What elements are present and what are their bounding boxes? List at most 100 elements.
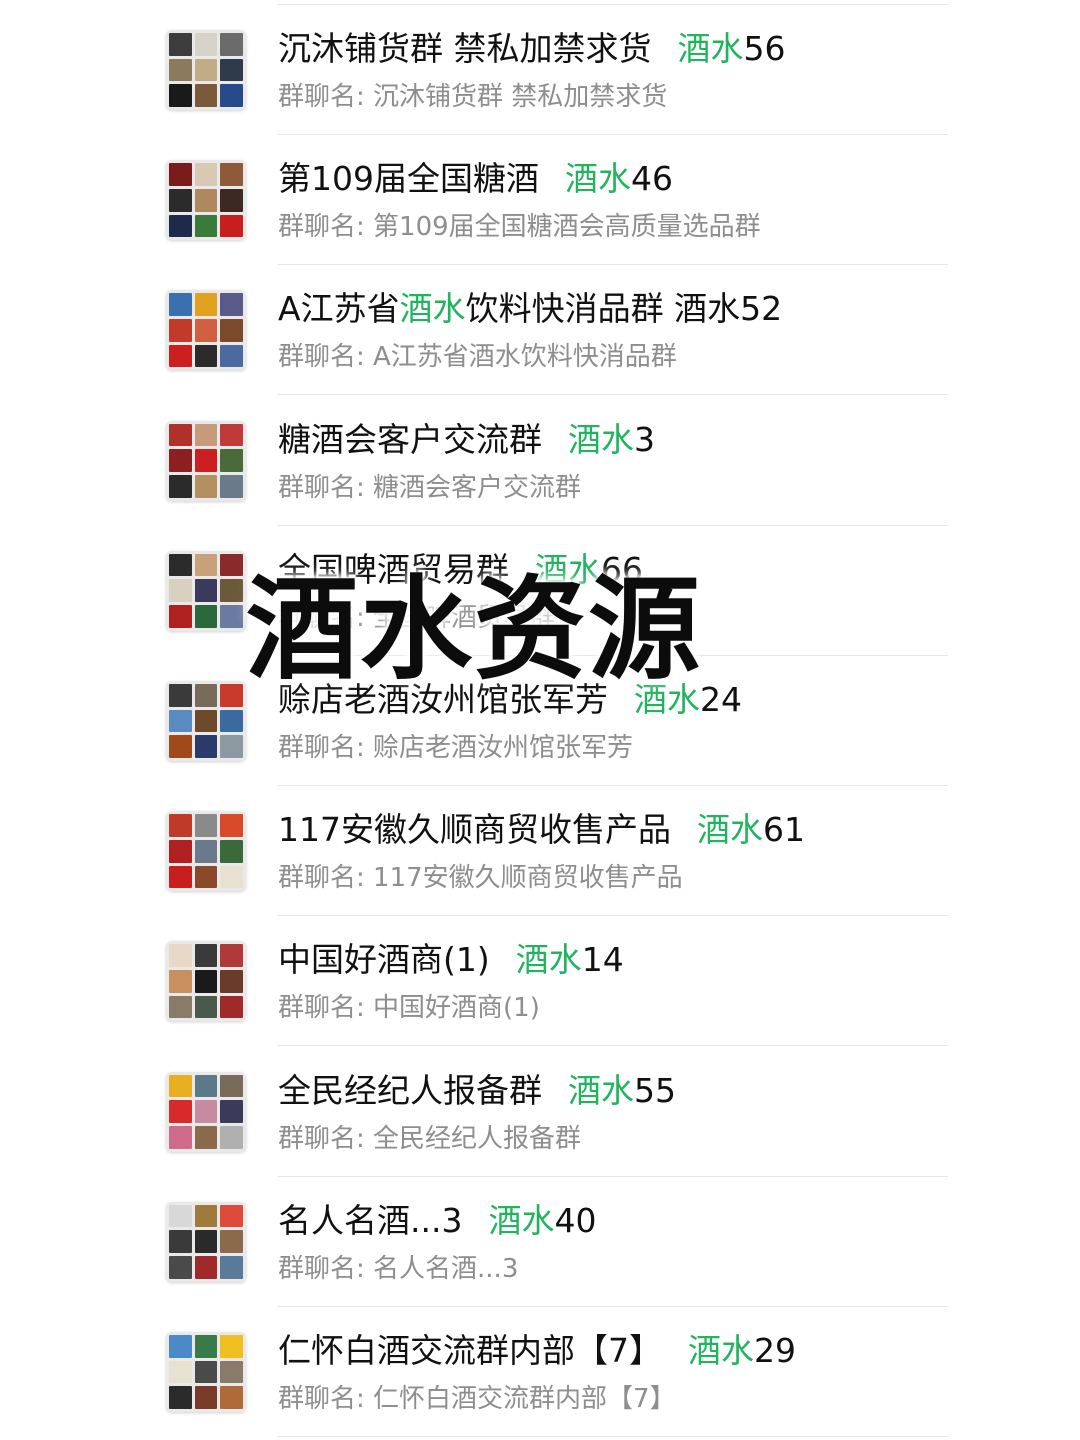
group-subtitle: 群聊名: 沉沐铺货群 禁私加禁求货 [278,82,668,112]
keyword-highlight: 酒水 [399,289,466,329]
group-subtitle: 群聊名: 仁怀白酒交流群内部【7】 [278,1384,676,1414]
avatar-tile [194,33,218,56]
group-avatar-icon[interactable] [166,941,246,1022]
group-avatar-icon[interactable] [166,1332,246,1412]
group-title: 全民经纪人报备群 酒水55 [278,1071,676,1111]
group-avatar-icon[interactable] [166,1201,246,1282]
avatar-tile [220,319,243,342]
avatar-tile [220,84,243,107]
group-number: 24 [700,680,742,719]
chat-search-results-page: 沉沐铺货群 禁私加禁求货 酒水56 群聊名: 沉沐铺货群 禁私加禁求货第109届全国… [0,0,1080,1440]
group-avatar-icon[interactable] [166,1071,246,1152]
list-item[interactable]: 中国好酒商(1) 酒水14 群聊名: 中国好酒商(1) [0,916,1080,1047]
avatar-tile [194,995,218,1019]
group-avatar-icon[interactable] [166,550,246,631]
avatar-tile [169,1386,192,1409]
group-subtitle: 群聊名: 117安徽久顺商贸收售产品 [278,863,683,894]
avatar-tile [169,344,192,368]
avatar-tile [169,709,192,733]
row-divider [278,1436,948,1437]
avatar-tile [194,944,218,968]
avatar-tile [220,839,243,863]
avatar-tile [169,1360,192,1384]
avatar-tile [169,553,192,577]
avatar-tile [194,1360,218,1384]
group-subtitle: 群聊名: A江苏省酒水饮料快消品群 [278,342,677,373]
avatar-tile [169,1335,192,1358]
avatar-tile [194,839,218,863]
group-number: 55 [634,1070,676,1110]
group-subtitle: 群聊名: 全民经纪人报备群 [278,1123,582,1154]
avatar-tile [169,814,192,837]
avatar-tile [194,865,218,889]
group-number: 29 [754,1331,796,1370]
avatar-tile [169,1074,192,1098]
avatar-tile [169,474,192,498]
list-item[interactable]: 沉沐铺货群 禁私加禁求货 酒水56 群聊名: 沉沐铺货群 禁私加禁求货 [0,5,1080,135]
avatar-tile [220,970,243,993]
group-title-text: A江苏省 [278,289,400,329]
avatar-tile [194,1230,218,1254]
avatar-tile [169,579,192,603]
group-number: 3 [634,419,655,459]
group-title: 117安徽久顺商贸收售产品 酒水61 [278,810,805,850]
avatar-tile [169,423,192,447]
avatar-tile [220,1204,243,1228]
avatar-tile [194,58,218,82]
group-avatar-icon[interactable] [166,290,246,371]
group-subtitle: 群聊名: 名人名酒...3 [278,1253,519,1284]
list-item[interactable]: 糖酒会客户交流群 酒水3 群聊名: 糖酒会客户交流群 [0,396,1080,526]
avatar-tile [169,1100,192,1123]
avatar-tile [169,163,192,186]
group-title-text: 全民经纪人报备群 [278,1070,542,1110]
overlay-caption: 酒水资源 [246,565,702,695]
avatar-tile [169,944,192,968]
list-item[interactable]: 117安徽久顺商贸收售产品 酒水61 群聊名: 117安徽久顺商贸收售产品 [0,786,1080,917]
avatar-tile [169,1230,192,1254]
avatar-tile [194,579,218,603]
avatar-tile [194,970,218,993]
avatar-tile [220,944,243,968]
list-item[interactable]: 仁怀白酒交流群内部【7】 酒水29 群聊名: 仁怀白酒交流群内部【7】 [0,1307,1080,1437]
group-avatar-icon[interactable] [166,681,246,761]
avatar-tile [194,709,218,733]
avatar-tile [169,1256,192,1279]
avatar-tile [220,735,243,758]
avatar-tile [194,1386,218,1409]
group-subtitle: 群聊名: 糖酒会客户交流群 [278,472,582,503]
group-number: 40 [554,1200,597,1240]
group-avatar-icon[interactable] [166,160,246,241]
avatar-tile [194,84,218,107]
avatar-tile [194,814,218,837]
avatar-tile [220,58,243,82]
avatar-tile [220,865,243,889]
list-item[interactable]: 第109届全国糖酒 酒水46 群聊名: 第109届全国糖酒会高质量选品群 [0,135,1080,266]
group-avatar-icon[interactable] [166,811,246,892]
avatar-tile [194,1335,218,1358]
group-title: 中国好酒商(1) 酒水14 [278,940,624,980]
group-number: 56 [743,29,786,68]
group-title-text: 名人名酒...3 [278,1200,463,1240]
avatar-tile [194,1204,218,1228]
avatar-tile [169,58,192,82]
list-item[interactable]: A江苏省酒水饮料快消品群 酒水52 群聊名: A江苏省酒水饮料快消品群 [0,265,1080,396]
avatar-tile [194,1100,218,1123]
keyword-highlight: 酒水 [697,810,763,850]
list-item[interactable]: 名人名酒...3 酒水40 群聊名: 名人名酒...3 [0,1177,1080,1307]
group-avatar-icon[interactable] [166,420,246,501]
avatar-tile [220,553,243,577]
avatar-tile [194,605,218,628]
group-subtitle: 群聊名: 第109届全国糖酒会高质量选品群 [278,212,761,243]
avatar-tile [169,33,192,56]
avatar-tile [220,1360,243,1384]
avatar-tile [194,1125,218,1149]
avatar-tile [220,995,243,1019]
group-title: 沉沐铺货群 禁私加禁求货 酒水56 [278,29,786,69]
avatar-tile [169,605,192,628]
group-title: 仁怀白酒交流群内部【7】 酒水29 [278,1331,796,1371]
group-avatar-icon[interactable] [166,30,246,110]
keyword-highlight: 酒水 [688,1331,754,1370]
avatar-tile [220,188,243,212]
list-item[interactable]: 全民经纪人报备群 酒水55 群聊名: 全民经纪人报备群 [0,1047,1080,1177]
keyword-highlight: 酒水 [677,29,744,68]
